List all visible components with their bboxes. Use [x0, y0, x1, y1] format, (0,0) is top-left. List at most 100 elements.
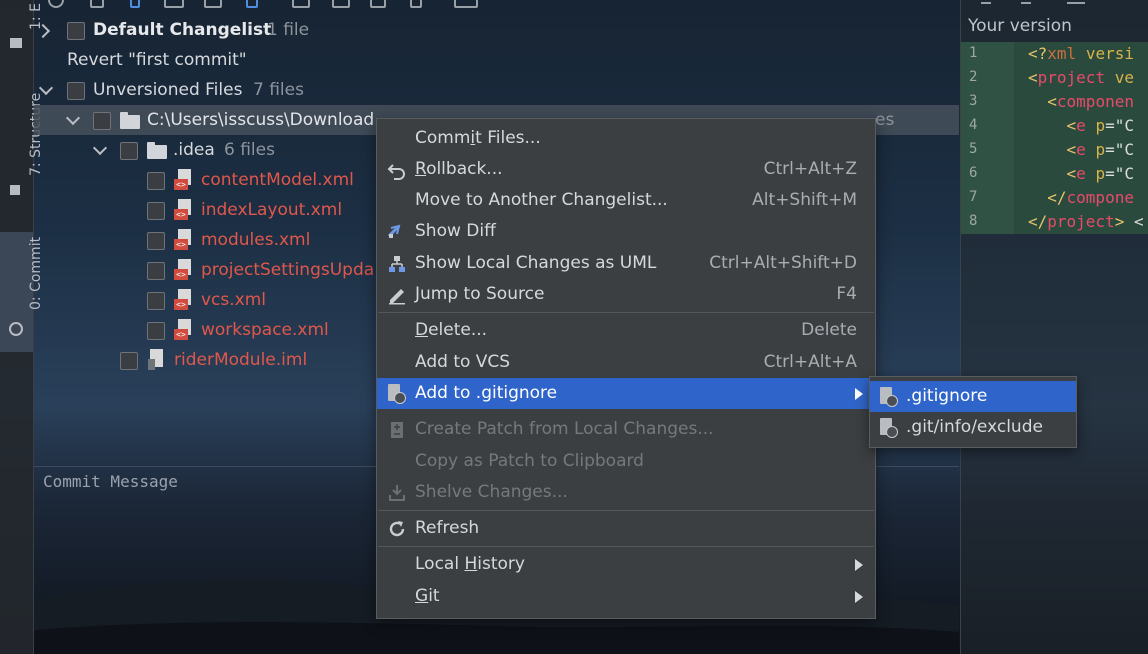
- file-name: projectSettingsUpda: [201, 260, 375, 280]
- menu-separator: [378, 546, 874, 547]
- menu-item-label: Move to Another Changelist...: [415, 190, 668, 210]
- xml-file-icon: <>: [174, 289, 194, 311]
- menu-item-shortcut: Ctrl+Alt+Z: [763, 159, 857, 179]
- menu-item-move-changelist[interactable]: Move to Another Changelist... Alt+Shift+…: [377, 185, 875, 216]
- tree-row-file[interactable]: <> vcs.xml: [34, 285, 434, 315]
- code-line: <componen: [1047, 92, 1134, 111]
- tree-row-unversioned[interactable]: Unversioned Files 7 files: [34, 75, 634, 105]
- revert-label: Revert "first commit": [67, 50, 247, 70]
- line-number: 8: [969, 213, 978, 229]
- menu-item-shelve-changes[interactable]: Shelve Changes...: [377, 477, 875, 508]
- tab-structure[interactable]: 7: Structure: [0, 80, 44, 200]
- checkbox[interactable]: [147, 172, 165, 190]
- checkbox[interactable]: [67, 22, 85, 40]
- diff-prev-icon[interactable]: [981, 0, 991, 4]
- submenu-item-git-info-exclude[interactable]: .git/info/exclude: [870, 412, 1076, 443]
- menu-item-rollback[interactable]: Rollback... Ctrl+Alt+Z: [377, 154, 875, 185]
- menu-item-label: Shelve Changes...: [415, 482, 568, 502]
- tree-row-file[interactable]: <> contentModel.xml: [34, 165, 434, 195]
- rollback-icon: [387, 164, 405, 180]
- menu-item-shortcut: Delete: [801, 320, 857, 340]
- diff-icon: [387, 224, 401, 238]
- menu-item-label: Git: [415, 586, 440, 606]
- checkbox[interactable]: [120, 352, 138, 370]
- folder-icon: [147, 142, 167, 159]
- folder-icon: [120, 112, 140, 129]
- chevron-down-icon[interactable]: [65, 110, 81, 126]
- menu-item-label: Local History: [415, 554, 525, 574]
- xml-file-icon: <>: [174, 199, 194, 221]
- diff-pane-title: Your version: [968, 16, 1072, 36]
- file-name: modules.xml: [201, 230, 311, 250]
- root-path-label: C:\Users\isscuss\Download: [147, 110, 375, 130]
- gitignore-file-icon: [880, 387, 898, 407]
- submenu-item-gitignore[interactable]: .gitignore: [870, 381, 1076, 412]
- diff-toolbar: [981, 0, 1141, 4]
- idea-folder-label: .idea: [173, 140, 215, 160]
- tree-row-revert[interactable]: Revert "first commit": [34, 45, 634, 75]
- menu-separator: [378, 510, 874, 511]
- code-view[interactable]: 1 2 3 4 5 6 7 8 <?xml versi <project ve …: [961, 42, 1148, 234]
- submenu-item-label: .git/info/exclude: [906, 417, 1043, 437]
- menu-item-delete[interactable]: Delete... Delete: [377, 315, 875, 346]
- menu-item-label: Rollback...: [415, 159, 503, 179]
- gitignore-file-icon: [388, 384, 406, 404]
- checkbox[interactable]: [120, 142, 138, 160]
- menu-item-jump-to-source[interactable]: Jump to Source F4: [377, 279, 875, 310]
- code-line: <?xml versi: [1028, 44, 1134, 63]
- checkbox[interactable]: [147, 232, 165, 250]
- chevron-right-icon[interactable]: [35, 23, 51, 39]
- changelist-name: Default Changelist: [93, 20, 272, 40]
- menu-item-label: Show Local Changes as UML: [415, 253, 657, 273]
- menu-item-commit-files[interactable]: Commit Files...: [377, 123, 875, 154]
- shelve-icon: [389, 485, 405, 501]
- menu-item-local-history[interactable]: Local History: [377, 549, 875, 580]
- checkbox[interactable]: [147, 202, 165, 220]
- checkbox[interactable]: [147, 292, 165, 310]
- diff-next-icon[interactable]: [1021, 0, 1031, 4]
- tree-row-default-changelist[interactable]: Default Changelist 1 file: [34, 15, 634, 45]
- tree-row-file[interactable]: <> indexLayout.xml: [34, 195, 434, 225]
- menu-item-refresh[interactable]: Refresh: [377, 513, 875, 544]
- file-name: vcs.xml: [201, 290, 267, 310]
- menu-item-show-uml[interactable]: Show Local Changes as UML Ctrl+Alt+Shift…: [377, 248, 875, 279]
- line-number: 7: [969, 189, 978, 205]
- menu-item-label: Copy as Patch to Clipboard: [415, 451, 644, 471]
- chevron-down-icon[interactable]: [38, 80, 54, 96]
- menu-item-show-diff[interactable]: Show Diff: [377, 216, 875, 247]
- tree-row-module-file[interactable]: riderModule.iml: [34, 345, 434, 375]
- menu-item-git[interactable]: Git: [377, 581, 875, 612]
- checkbox[interactable]: [147, 262, 165, 280]
- tree-row-file[interactable]: <> projectSettingsUpda: [34, 255, 375, 285]
- code-line: <e p="C: [1066, 164, 1134, 183]
- line-number: 2: [969, 69, 978, 85]
- idea-folder-count: 6 files: [224, 140, 275, 160]
- code-line: </project> <: [1028, 212, 1144, 231]
- line-number: 3: [969, 93, 978, 109]
- menu-item-label: Create Patch from Local Changes...: [415, 419, 714, 439]
- submenu-arrow-icon: [855, 388, 863, 400]
- menu-item-add-to-vcs[interactable]: Add to VCS Ctrl+Alt+A: [377, 347, 875, 378]
- diff-settings-icon[interactable]: [1067, 0, 1085, 4]
- patch-file-icon: [391, 422, 403, 438]
- tree-row-file[interactable]: <> modules.xml: [34, 225, 434, 255]
- unversioned-count: 7 files: [253, 80, 304, 100]
- tool-window-strip: 1: E 7: Structure 0: Commit: [0, 0, 44, 654]
- tab-commit[interactable]: 0: Commit: [0, 232, 44, 352]
- tree-row-file[interactable]: <> workspace.xml: [34, 315, 434, 345]
- code-line: <e p="C: [1066, 140, 1134, 159]
- commit-message-placeholder: Commit Message: [43, 472, 178, 491]
- line-number: 6: [969, 165, 978, 181]
- checkbox[interactable]: [67, 82, 85, 100]
- chevron-down-icon[interactable]: [92, 140, 108, 156]
- menu-item-copy-patch[interactable]: Copy as Patch to Clipboard: [377, 446, 875, 477]
- checkbox[interactable]: [147, 322, 165, 340]
- menu-item-add-to-gitignore[interactable]: Add to .gitignore: [377, 378, 875, 409]
- module-file-icon: [148, 349, 166, 371]
- changelist-count: 1 file: [267, 20, 310, 40]
- checkbox[interactable]: [93, 112, 111, 130]
- tab-explorer[interactable]: 1: E: [0, 0, 44, 54]
- menu-item-create-patch[interactable]: Create Patch from Local Changes...: [377, 414, 875, 445]
- structure-icon: [10, 185, 20, 195]
- line-gutter: 1 2 3 4 5 6 7 8: [961, 42, 1014, 234]
